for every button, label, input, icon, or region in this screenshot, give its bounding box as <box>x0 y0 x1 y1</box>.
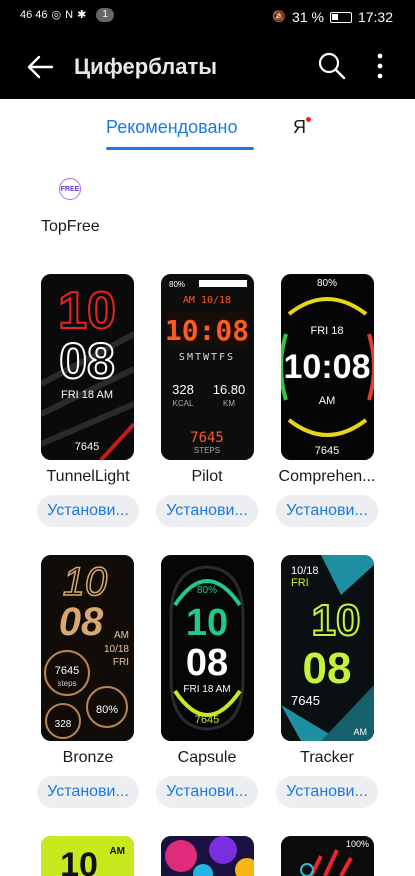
page-title: Циферблаты <box>74 54 218 79</box>
back-button[interactable] <box>24 50 58 84</box>
watch-date: AM 10/18 <box>183 295 231 306</box>
watchface-name: Comprehen... <box>278 468 376 485</box>
watch-steps: 7645 <box>291 693 320 708</box>
tab-notification-dot <box>306 117 311 122</box>
watch-top-digits: 10 <box>60 846 98 876</box>
watch-bottom-digits: 08 <box>59 600 104 644</box>
nfc-icon: N <box>65 9 74 21</box>
watch-top-digits: 10 <box>312 596 361 645</box>
watch-steps: 7645 <box>75 441 99 453</box>
watch-time: 10:08 <box>284 348 371 386</box>
arrow-left-icon <box>27 55 54 79</box>
collection-label[interactable]: TopFree <box>41 218 100 236</box>
hotspot-icon: ◎ <box>51 9 62 21</box>
watch-steps: 7645 <box>195 714 219 726</box>
battery-icon <box>329 11 352 23</box>
status-bar: 46 46 ◎ N ✱ 1 🔕 31 % 17:32 <box>0 0 415 34</box>
watchface-preview-partial[interactable]: 10 AM <box>41 836 134 876</box>
watch-steps: 7645 <box>190 430 224 446</box>
watch-battery: 100% <box>346 839 369 849</box>
watch-steps-label: steps <box>57 679 76 688</box>
watchface-preview-tunnellight[interactable]: 10 08 FRI 18 AM 7645 <box>41 274 134 460</box>
watch-ampm: AM <box>109 846 125 857</box>
more-button[interactable] <box>368 50 392 82</box>
watch-kcal: 328 <box>172 382 194 397</box>
watch-steps: 7645 <box>55 665 79 677</box>
watch-date: FRI 18 AM <box>183 684 230 695</box>
clock: 17:32 <box>357 9 393 25</box>
watch-battery: 80% <box>169 280 185 289</box>
mute-bell-icon: 🔕 <box>272 11 287 23</box>
signal-icon: 46 46 <box>20 9 48 21</box>
install-button[interactable]: Установи... <box>276 495 378 527</box>
watch-date: 10/18 <box>104 644 129 655</box>
topfree-icon[interactable]: FREE <box>59 178 81 200</box>
install-button[interactable]: Установи... <box>37 495 139 527</box>
watchface-preview-bronze[interactable]: 10 08 AM 10/18 FRI 7645 steps 80% 328 <box>41 555 134 741</box>
watchface-name: Pilot <box>191 468 223 485</box>
watch-top-digits: 10 <box>186 602 228 644</box>
watch-day: FRI <box>113 657 129 668</box>
more-vertical-icon <box>377 53 383 79</box>
watch-battery: 80% <box>197 585 217 596</box>
watch-day: FRI <box>291 577 309 589</box>
battery-percent: 31 % <box>292 9 324 25</box>
watchface-preview-comprehensive[interactable]: 80% FRI 18 10:08 AM 7645 <box>281 274 374 460</box>
search-button[interactable] <box>316 50 348 82</box>
tab-bar: Рекомендовано Я <box>0 99 415 159</box>
watch-date: FRI 18 <box>310 325 343 337</box>
tab-me[interactable]: Я <box>293 117 306 138</box>
watchface-preview-tracker[interactable]: 10/18 FRI 10 08 7645 AM <box>281 555 374 741</box>
watch-steps: 7645 <box>315 445 339 457</box>
watch-ampm: AM <box>354 727 368 737</box>
watch-bottom-digits: 08 <box>59 333 115 389</box>
watch-time: 10:08 <box>165 314 249 347</box>
watch-km: 16.80 <box>213 382 246 397</box>
search-icon <box>318 52 346 80</box>
tab-recommended[interactable]: Рекомендовано <box>106 117 237 138</box>
tab-active-indicator <box>106 147 254 150</box>
watchface-name: TunnelLight <box>46 468 130 485</box>
watch-bottom-digits: 08 <box>186 642 228 684</box>
watch-top-digits: 10 <box>58 282 116 340</box>
watch-km-label: KM <box>223 399 235 408</box>
watch-steps-label: STEPS <box>194 446 220 455</box>
watchface-name: Tracker <box>300 749 354 766</box>
watch-kcal-label: KCAL <box>173 399 194 408</box>
watch-kcal: 328 <box>55 719 72 730</box>
bluetooth-icon: ✱ <box>77 9 87 21</box>
app-bar: Циферблаты <box>0 34 415 99</box>
watchface-name: Capsule <box>177 749 237 766</box>
install-button[interactable]: Установи... <box>37 776 139 808</box>
watch-ampm: AM <box>114 630 129 641</box>
watchface-preview-partial[interactable]: 100% <box>281 836 374 876</box>
install-button[interactable]: Установи... <box>156 495 258 527</box>
watch-date: FRI 18 AM <box>61 389 113 401</box>
watch-battery: 80% <box>317 278 337 289</box>
watchface-preview-capsule[interactable]: 80% 10 08 FRI 18 AM 7645 <box>161 555 254 741</box>
watch-weekdays: SMTWTFS <box>179 352 235 363</box>
watch-date: 10/18 <box>291 565 319 577</box>
notification-count-badge: 1 <box>96 8 114 22</box>
watchface-preview-pilot[interactable]: 80% AM 10/18 10:08 SMTWTFS 328 KCAL 16.8… <box>161 274 254 460</box>
watch-battery: 80% <box>96 704 118 716</box>
install-button[interactable]: Установи... <box>156 776 258 808</box>
watchface-preview-partial[interactable] <box>161 836 254 876</box>
watch-ampm: AM <box>319 395 336 407</box>
watch-top-digits: 10 <box>63 560 108 604</box>
watchface-name: Bronze <box>62 749 114 766</box>
install-button[interactable]: Установи... <box>276 776 378 808</box>
watch-bottom-digits: 08 <box>303 644 352 693</box>
